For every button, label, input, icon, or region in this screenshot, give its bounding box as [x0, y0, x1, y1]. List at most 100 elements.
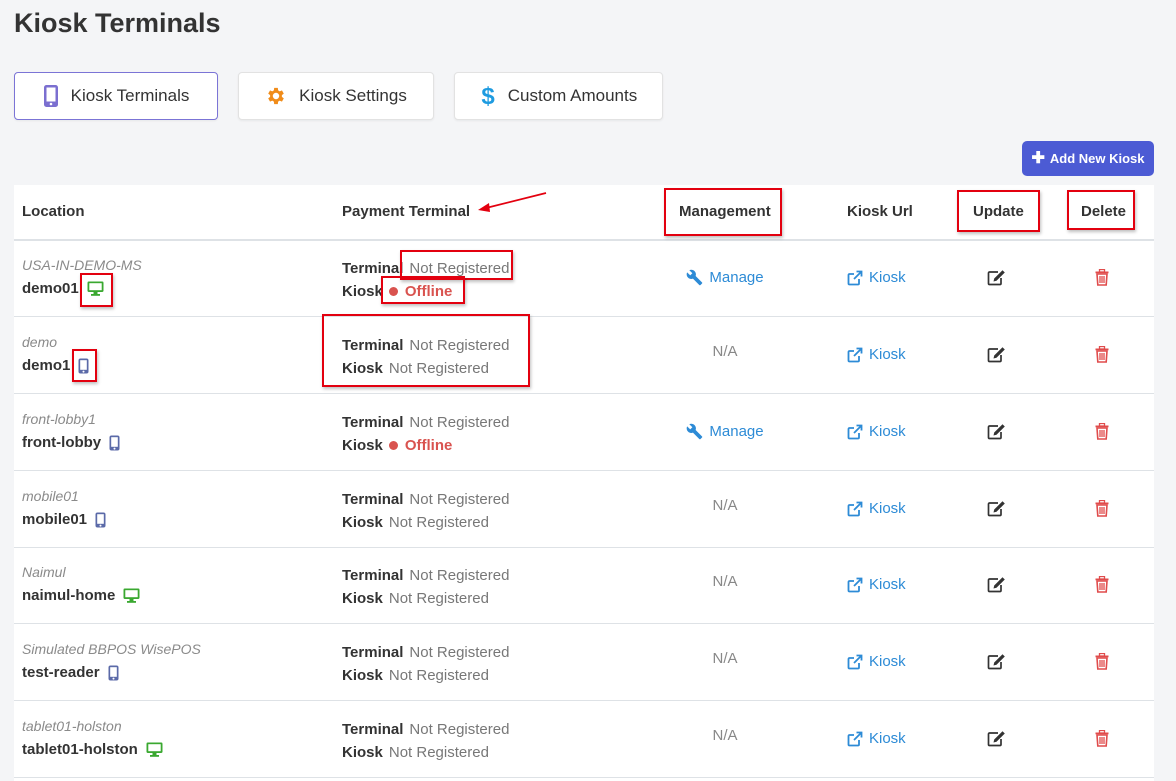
location-id-text: tablet01-holston: [22, 741, 138, 758]
delete-button[interactable]: [1095, 700, 1109, 777]
mobile-icon: [108, 665, 119, 681]
location-id: tablet01-holston: [22, 741, 163, 758]
kiosk-url-link[interactable]: Kiosk: [847, 393, 906, 470]
delete-button[interactable]: [1095, 393, 1109, 470]
location-name: Naimul: [22, 564, 66, 580]
update-button[interactable]: [987, 470, 1006, 547]
trash-icon: [1095, 653, 1109, 670]
kiosk-label: Kiosk: [342, 590, 383, 607]
tablet-icon: [43, 85, 59, 107]
kiosk-status: Not Registered: [388, 514, 489, 531]
header-kiosk-url: Kiosk Url: [847, 203, 913, 220]
wrench-icon: [686, 269, 703, 286]
management-na: N/A: [712, 573, 738, 590]
payment-terminal-cell: Terminal Not Registered Kiosk Offline: [342, 411, 509, 457]
location-id-text: naimul-home: [22, 587, 116, 604]
manage-link[interactable]: Manage: [660, 393, 790, 470]
kiosk-status-offline: Offline: [388, 283, 452, 300]
external-link-icon: [847, 654, 863, 670]
kiosk-link-label: Kiosk: [869, 500, 906, 517]
kiosk-url-link[interactable]: Kiosk: [847, 546, 906, 623]
plus-icon: ✚: [1031, 149, 1045, 167]
kiosk-url-link[interactable]: Kiosk: [847, 623, 906, 700]
kiosk-status: Not Registered: [388, 360, 489, 377]
management-na: N/A: [712, 497, 738, 514]
header-payment-terminal: Payment Terminal: [342, 203, 471, 220]
location-id: demo01: [22, 280, 104, 297]
kiosk-label: Kiosk: [342, 514, 383, 531]
terminal-label: Terminal: [342, 567, 404, 584]
add-new-kiosk-button[interactable]: ✚ Add New Kiosk: [1022, 141, 1154, 176]
terminal-status: Not Registered: [409, 567, 510, 584]
tab-custom-amounts[interactable]: $ Custom Amounts: [454, 72, 663, 120]
kiosk-link-label: Kiosk: [869, 423, 906, 440]
location-id: test-reader: [22, 664, 119, 681]
kiosk-link-label: Kiosk: [869, 653, 906, 670]
location-id-text: mobile01: [22, 511, 88, 528]
header-delete: Delete: [1081, 203, 1127, 220]
kiosk-label: Kiosk: [342, 283, 383, 300]
table-header: Location Payment Terminal Management Kio…: [14, 185, 1154, 241]
kiosk-status-text: Offline: [404, 437, 453, 454]
delete-button[interactable]: [1095, 546, 1109, 623]
kiosk-link-label: Kiosk: [869, 730, 906, 747]
kiosk-link-label: Kiosk: [869, 269, 906, 286]
edit-icon: [987, 730, 1006, 747]
desktop-icon: [146, 742, 163, 757]
delete-button[interactable]: [1095, 316, 1109, 393]
update-button[interactable]: [987, 623, 1006, 700]
trash-icon: [1095, 500, 1109, 517]
desktop-icon: [87, 281, 104, 296]
update-button[interactable]: [987, 546, 1006, 623]
location-name: tablet01-holston: [22, 718, 122, 734]
manage-label: Manage: [709, 269, 764, 286]
kiosk-label: Kiosk: [342, 437, 383, 454]
tab-label: Kiosk Terminals: [70, 86, 190, 105]
terminal-label: Terminal: [342, 721, 404, 738]
terminal-status: Not Registered: [409, 414, 510, 431]
manage-link[interactable]: Manage: [660, 239, 790, 316]
location-id: front-lobby: [22, 434, 120, 451]
trash-icon: [1095, 576, 1109, 593]
kiosk-label: Kiosk: [342, 360, 383, 377]
mobile-icon: [78, 358, 89, 374]
update-button[interactable]: [987, 393, 1006, 470]
management-na: N/A: [712, 343, 738, 360]
kiosk-url-link[interactable]: Kiosk: [847, 700, 906, 777]
payment-terminal-cell: Terminal Not Registered Kiosk Not Registere…: [342, 641, 509, 687]
edit-icon: [987, 576, 1006, 593]
table-row: Naimul naimul-home Terminal Not Registered K…: [14, 546, 1154, 624]
header-management: Management: [679, 203, 771, 220]
table-row: USA-IN-DEMO-MS demo01 Terminal Not Register…: [14, 239, 1154, 317]
annotation-arrow: [478, 192, 547, 212]
tab-kiosk-terminals[interactable]: Kiosk Terminals: [14, 72, 218, 120]
management-na: N/A: [712, 727, 738, 744]
kiosk-status-offline: Offline: [388, 437, 453, 454]
delete-button[interactable]: [1095, 470, 1109, 547]
external-link-icon: [847, 424, 863, 440]
kiosk-table: Location Payment Terminal Management Kio…: [14, 185, 1154, 781]
kiosk-label: Kiosk: [342, 744, 383, 761]
dollar-icon: $: [480, 84, 496, 108]
tab-kiosk-settings[interactable]: Kiosk Settings: [238, 72, 434, 120]
offline-dot-icon: [388, 287, 398, 296]
kiosk-url-link[interactable]: Kiosk: [847, 316, 906, 393]
payment-terminal-cell: Terminal Not Registered Kiosk Offline: [342, 257, 509, 303]
location-name: mobile01: [22, 488, 79, 504]
delete-button[interactable]: [1095, 623, 1109, 700]
tab-label: Custom Amounts: [507, 86, 638, 105]
kiosk-url-link[interactable]: Kiosk: [847, 239, 906, 316]
kiosk-url-link[interactable]: Kiosk: [847, 470, 906, 547]
kiosk-label: Kiosk: [342, 667, 383, 684]
delete-button[interactable]: [1095, 239, 1109, 316]
offline-dot-icon: [388, 441, 398, 450]
external-link-icon: [847, 347, 863, 363]
tab-label: Kiosk Settings: [299, 86, 407, 105]
kiosk-link-label: Kiosk: [869, 346, 906, 363]
update-button[interactable]: [987, 700, 1006, 777]
payment-terminal-cell: Terminal Not Registered Kiosk Not Registere…: [342, 564, 509, 610]
update-button[interactable]: [987, 316, 1006, 393]
update-button[interactable]: [987, 239, 1006, 316]
gear-icon: [265, 85, 287, 107]
location-id: mobile01: [22, 511, 106, 528]
